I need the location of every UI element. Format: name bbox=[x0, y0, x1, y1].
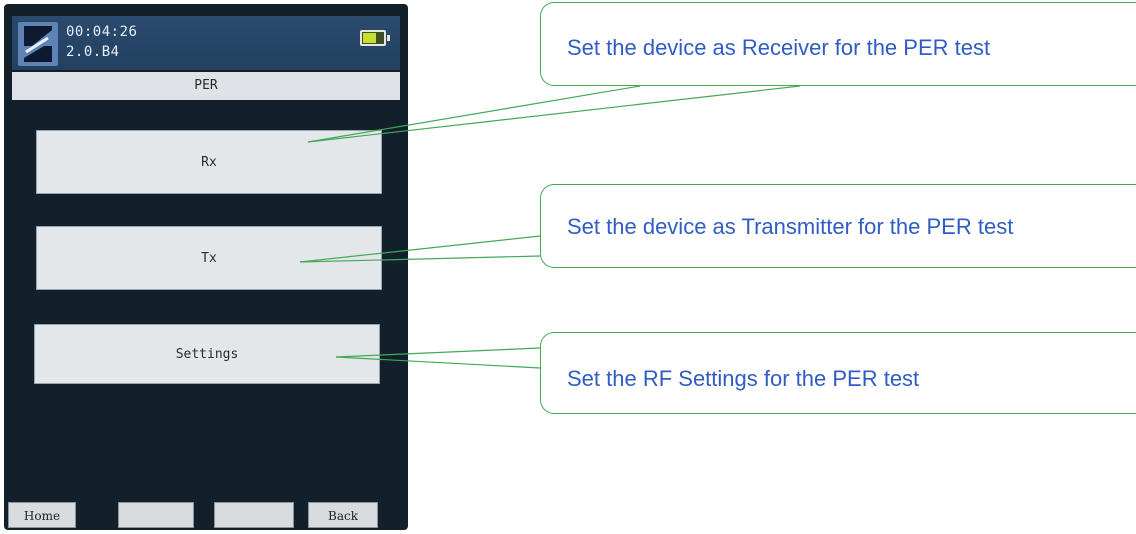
leader-tx-1 bbox=[299, 235, 541, 263]
leader-rx-1 bbox=[307, 85, 641, 143]
leader-settings-1 bbox=[335, 347, 541, 358]
callout-transmitter: Set the device as Transmitter for the PE… bbox=[540, 184, 1136, 268]
callout-receiver-text: Set the device as Receiver for the PER t… bbox=[567, 35, 991, 60]
callout-settings: Set the RF Settings for the PER test bbox=[540, 332, 1136, 414]
callout-settings-text: Set the RF Settings for the PER test bbox=[567, 366, 920, 391]
leader-tx-2 bbox=[299, 255, 541, 263]
callout-receiver: Set the device as Receiver for the PER t… bbox=[540, 2, 1136, 86]
leader-settings-2 bbox=[335, 356, 541, 369]
callout-transmitter-text: Set the device as Transmitter for the PE… bbox=[567, 214, 1014, 239]
leader-rx-2 bbox=[307, 85, 801, 143]
